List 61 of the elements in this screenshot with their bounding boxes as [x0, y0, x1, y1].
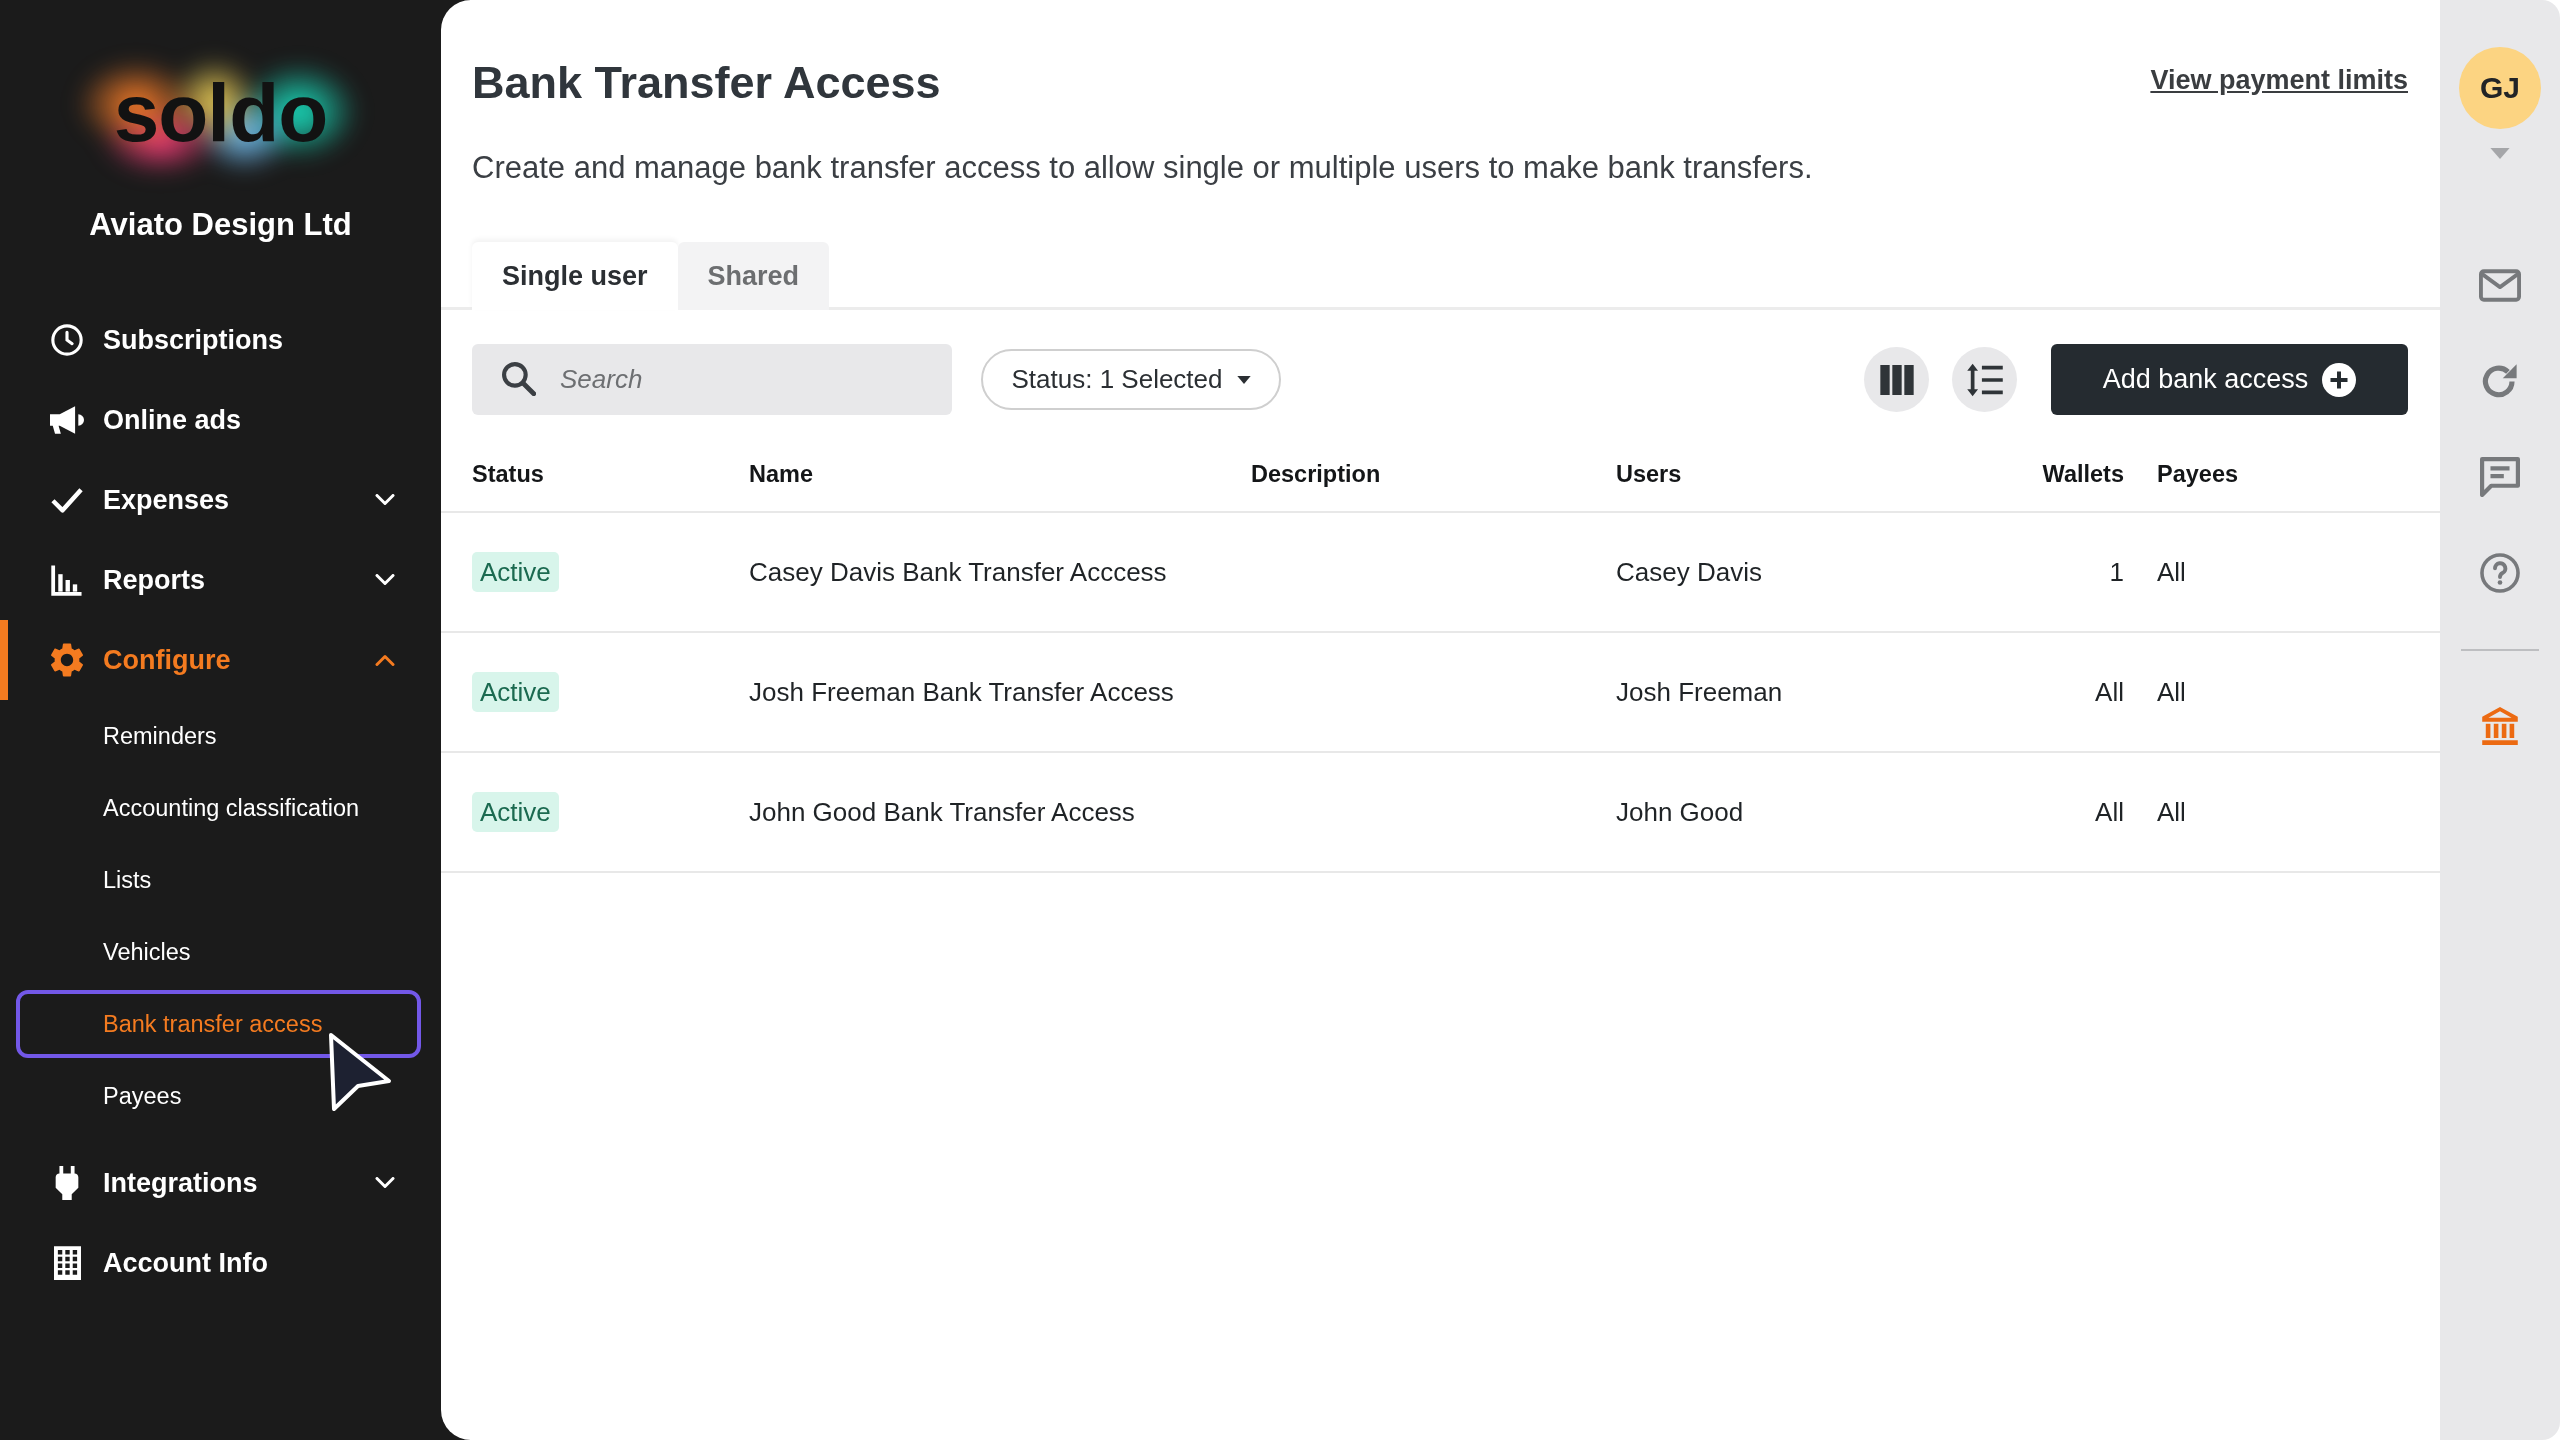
- table-cell: 1: [2109, 556, 2124, 588]
- page-title: Bank Transfer Access: [472, 56, 941, 110]
- table-cell: John Good: [1616, 796, 1744, 828]
- nav-item[interactable]: Subscriptions: [0, 300, 441, 380]
- bar-chart-icon: [51, 564, 83, 596]
- nav-subitem[interactable]: Payees: [16, 1062, 421, 1130]
- table-cell: Casey Davis: [1616, 556, 1762, 588]
- nav-item[interactable]: Online ads: [0, 380, 441, 460]
- nav-item[interactable]: Expenses: [0, 460, 441, 540]
- tab[interactable]: Single user: [472, 242, 678, 310]
- nav-subitem[interactable]: Vehicles: [16, 918, 421, 986]
- plug-icon: [55, 1166, 79, 1200]
- add-bank-access-button[interactable]: Add bank access: [2051, 344, 2408, 415]
- status-filter-dropdown[interactable]: Status: 1 Selected: [981, 349, 1281, 410]
- column-header: Wallets: [2042, 460, 2124, 488]
- caret-icon: [1236, 375, 1251, 384]
- nav-item[interactable]: Integrations: [0, 1143, 441, 1223]
- clock-icon: [50, 323, 84, 357]
- nav-subitem[interactable]: Reminders: [16, 702, 421, 770]
- nav-item[interactable]: Reports: [0, 540, 441, 620]
- nav-item[interactable]: Account Info: [0, 1223, 441, 1303]
- column-header: Users: [1616, 460, 1682, 488]
- table-cell: All: [2095, 676, 2124, 708]
- user-avatar[interactable]: GJ: [2459, 47, 2541, 129]
- table-cell: Josh Freeman Bank Transfer Access: [749, 676, 1174, 708]
- status-badge: Active: [472, 672, 559, 712]
- caret-icon: [2490, 148, 2510, 159]
- page-description: Create and manage bank transfer access to allow single or multiple users to make bank transfers.: [472, 149, 1814, 187]
- column-header: Payees: [2157, 460, 2239, 488]
- bank-icon[interactable]: [2480, 706, 2520, 746]
- status-badge: Active: [472, 552, 559, 592]
- search-icon: [502, 362, 536, 396]
- refresh-icon[interactable]: [2482, 363, 2518, 399]
- envelope-icon[interactable]: [2479, 268, 2521, 302]
- checkmark-icon: [50, 486, 84, 514]
- columns-icon: [1879, 364, 1914, 395]
- chat-icon[interactable]: [2480, 457, 2520, 497]
- table-cell: All: [2157, 676, 2186, 708]
- nav-subitem[interactable]: Accounting classification: [16, 774, 421, 842]
- help-icon[interactable]: [2480, 553, 2520, 593]
- search-field[interactable]: Search: [472, 344, 952, 415]
- table-cell: All: [2157, 796, 2186, 828]
- company-name: Aviato Design Ltd: [89, 207, 352, 243]
- plus-circle-icon: [2322, 362, 2357, 397]
- column-header: Name: [749, 460, 813, 488]
- table-cell: Josh Freeman: [1616, 676, 1783, 708]
- table-cell: Casey Davis Bank Transfer Acccess: [749, 556, 1167, 588]
- tab[interactable]: Shared: [677, 242, 830, 310]
- table-cell: All: [2095, 796, 2124, 828]
- status-badge: Active: [472, 792, 559, 832]
- building-icon: [53, 1246, 81, 1280]
- megaphone-icon: [50, 405, 84, 435]
- column-header: Description: [1251, 460, 1381, 488]
- table-cell: John Good Bank Transfer Access: [749, 796, 1135, 828]
- payment-limits-link[interactable]: View payment limits: [2150, 60, 2408, 100]
- row-spacing-icon: [1965, 362, 2004, 397]
- nav-subitem[interactable]: Bank transfer access: [16, 990, 421, 1058]
- nav-subitem[interactable]: Lists: [16, 846, 421, 914]
- table-cell: All: [2157, 556, 2186, 588]
- gear-icon: [50, 643, 84, 677]
- column-header: Status: [472, 460, 544, 488]
